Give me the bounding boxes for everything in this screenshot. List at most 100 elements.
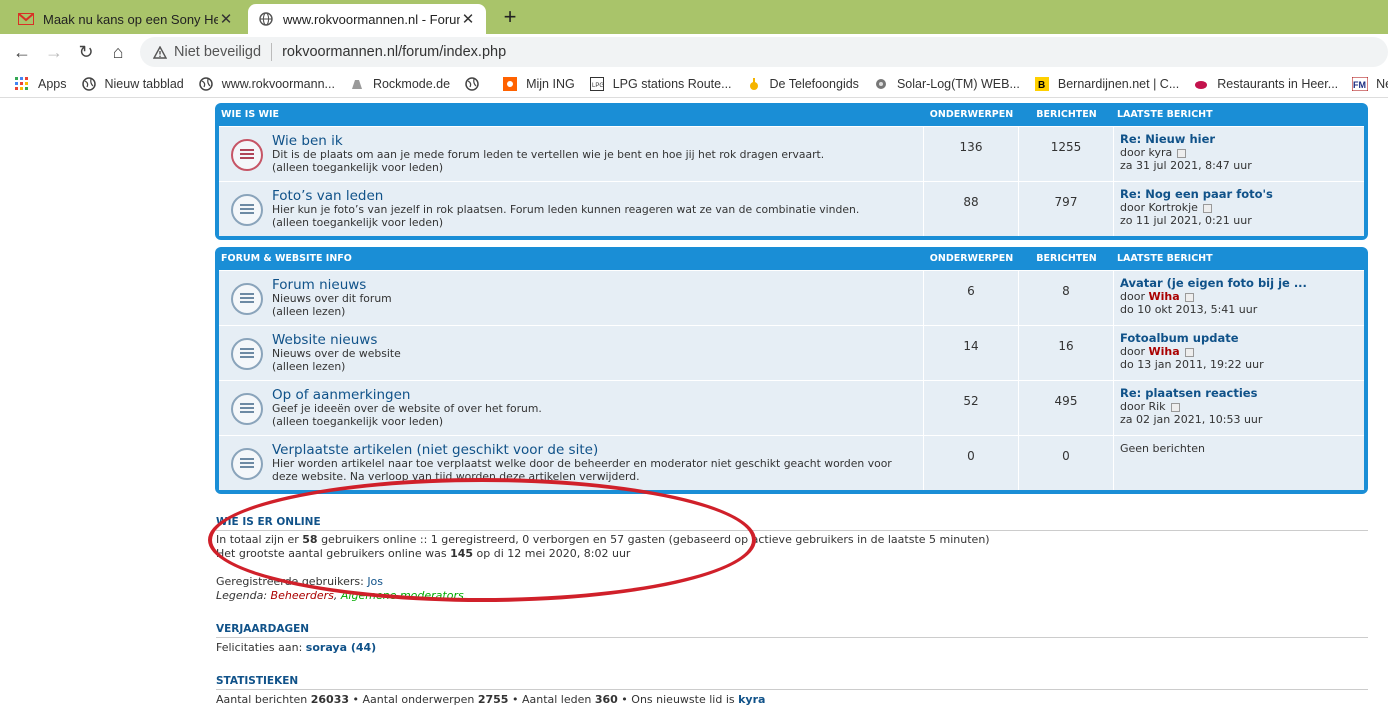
forum-status-icon: [231, 338, 263, 370]
forum-title-link[interactable]: Verplaatste artikelen (niet geschikt voo…: [272, 442, 892, 458]
last-post-link[interactable]: Re: plaatsen reacties: [1120, 387, 1364, 400]
last-post-user[interactable]: kyra: [1148, 146, 1172, 159]
close-tab-icon[interactable]: ✕: [460, 10, 476, 28]
globe-icon: [464, 76, 480, 92]
bookmark-label: www.rokvoormann...: [221, 76, 335, 91]
home-icon[interactable]: ⌂: [106, 40, 130, 64]
forum-topics-count: 6: [924, 271, 1019, 325]
warning-icon[interactable]: [152, 44, 168, 60]
url-text[interactable]: rokvoormannen.nl/forum/index.php: [282, 44, 506, 60]
legend-admins-link[interactable]: Beheerders: [271, 589, 334, 602]
col-posts-header: BERICHTEN: [1036, 253, 1097, 264]
col-topics-header: ONDERWERPEN: [929, 253, 1014, 264]
forum-status-icon: [231, 139, 263, 171]
bookmark-label: Solar-Log(TM) WEB...: [896, 76, 1020, 91]
col-topics-header: ONDERWERPEN: [929, 109, 1014, 120]
last-post-link[interactable]: Re: Nog een paar foto's: [1120, 188, 1364, 201]
svg-text:FM: FM: [1353, 80, 1366, 90]
forum-topics-count: 88: [924, 182, 1019, 236]
bookmark-item[interactable]: www.rokvoormann...: [198, 76, 335, 92]
new-tab-button[interactable]: +: [498, 5, 522, 29]
forum-page: WIE IS WIE ONDERWERPEN BERICHTEN LAATSTE…: [0, 98, 1388, 708]
forum-description: deze website. Na verloop van tijd worden…: [272, 469, 640, 483]
svg-text:B: B: [1038, 80, 1045, 91]
forum-title-link[interactable]: Foto’s van leden: [272, 188, 859, 204]
newest-member-link[interactable]: kyra: [738, 693, 765, 706]
forum-description: Nieuws over de website: [272, 347, 401, 360]
online-stats: In totaal zijn er 58 gebruikers online :…: [216, 533, 990, 561]
forum-description: Nieuws over dit forum: [272, 292, 392, 305]
close-tab-icon[interactable]: ✕: [218, 10, 234, 28]
legend-mods-link[interactable]: Algemene moderators: [341, 589, 464, 602]
svg-text:LPG: LPG: [592, 83, 604, 89]
bookmark-item[interactable]: Rockmode.de: [349, 76, 450, 92]
last-post-link[interactable]: Fotoalbum update: [1120, 332, 1364, 345]
bookmark-item[interactable]: De Telefoongids: [746, 76, 859, 92]
legend: Legenda: Beheerders, Algemene moderators: [216, 589, 464, 602]
online-heading[interactable]: WIE IS ER ONLINE: [216, 516, 1368, 531]
gmail-icon: [18, 11, 34, 27]
view-post-icon[interactable]: [1177, 148, 1187, 158]
last-post-user[interactable]: Wiha: [1148, 290, 1179, 303]
last-post-by: door: [1120, 290, 1145, 303]
forum-title-link[interactable]: Op of aanmerkingen: [272, 387, 542, 403]
bookmark-item[interactable]: LPG LPG stations Route...: [589, 76, 732, 92]
view-post-icon[interactable]: [1184, 347, 1194, 357]
ing-icon: [502, 76, 518, 92]
tab-forum[interactable]: www.rokvoormannen.nl - Forum ✕: [248, 4, 486, 34]
forum-description: (alleen toegankelijk voor leden): [272, 160, 444, 174]
stats-topics: 2755: [477, 693, 509, 706]
category-title[interactable]: WIE IS WIE: [219, 109, 924, 120]
category-title[interactable]: FORUM & WEBSITE INFO: [219, 253, 924, 264]
forum-title-link[interactable]: Website nieuws: [272, 332, 401, 348]
forum-row: Op of aanmerkingen Geef je ideeën over d…: [219, 380, 1364, 435]
restaurants-icon: [1193, 76, 1209, 92]
stats-heading: STATISTIEKEN: [216, 675, 1368, 690]
bookmark-item[interactable]: Nieuw tabblad: [81, 76, 184, 92]
tab-gmail[interactable]: Maak nu kans op een Sony Headp ✕: [8, 4, 244, 34]
bookmark-item[interactable]: Mijn ING: [502, 76, 575, 92]
forum-status-icon: [231, 448, 263, 480]
bookmark-item[interactable]: FM Nederlan: [1352, 76, 1388, 92]
forward-icon[interactable]: →: [42, 40, 66, 64]
registered-users: Geregistreerde gebruikers: Jos: [216, 575, 383, 589]
browser-toolbar: ← → ↻ ⌂ Niet beveiligd rokvoormannen.nl/…: [0, 34, 1388, 70]
telefoongids-icon: [746, 76, 762, 92]
online-text: op di 12 mei 2020, 8:02 uur: [476, 547, 631, 560]
bookmark-item[interactable]: Restaurants in Heer...: [1193, 76, 1338, 92]
view-post-icon[interactable]: [1170, 402, 1180, 412]
bookmark-item[interactable]: B Bernardijnen.net | C...: [1034, 76, 1179, 92]
forum-description: Geef je ideeën over de website of over h…: [272, 402, 542, 415]
last-post-link[interactable]: Re: Nieuw hier: [1120, 133, 1364, 146]
last-post-link[interactable]: Avatar (je eigen foto bij je ...: [1120, 277, 1364, 290]
bookmark-item[interactable]: [464, 76, 488, 92]
bookmark-item[interactable]: Solar-Log(TM) WEB...: [873, 76, 1020, 92]
last-post-by: door: [1120, 400, 1145, 413]
forum-title-link[interactable]: Forum nieuws: [272, 277, 392, 293]
last-post-user[interactable]: Rik: [1148, 400, 1165, 413]
bookmark-label: Nieuw tabblad: [104, 76, 184, 91]
registered-user-link[interactable]: Jos: [367, 575, 383, 588]
bookmark-item[interactable]: Apps: [14, 76, 67, 92]
forum-title-link[interactable]: Wie ben ik: [272, 133, 824, 149]
stats-label: Aantal berichten: [216, 693, 308, 706]
reload-icon[interactable]: ↻: [74, 40, 98, 64]
forum-main-cell: Wie ben ik Dit is de plaats om aan je me…: [219, 127, 924, 181]
stats-members: 360: [594, 693, 618, 706]
forum-posts-count: 797: [1019, 182, 1114, 236]
birthdays-heading: VERJAARDAGEN: [216, 623, 1368, 638]
address-bar[interactable]: Niet beveiligd rokvoormannen.nl/forum/in…: [140, 37, 1388, 67]
birthday-user-link[interactable]: soraya (44): [306, 641, 376, 654]
view-post-icon[interactable]: [1202, 203, 1212, 213]
last-post-user[interactable]: Kortrokje: [1148, 201, 1197, 214]
view-post-icon[interactable]: [1184, 292, 1194, 302]
back-icon[interactable]: ←: [10, 40, 34, 64]
tab-title: www.rokvoormannen.nl - Forum: [283, 11, 460, 27]
security-label[interactable]: Niet beveiligd: [174, 44, 261, 60]
birthdays-text: Felicitaties aan: soraya (44): [216, 641, 376, 655]
forum-row: Foto’s van leden Hier kun je foto’s van …: [219, 181, 1364, 236]
bookmark-label: LPG stations Route...: [612, 76, 732, 91]
last-post-user[interactable]: Wiha: [1148, 345, 1179, 358]
forum-description: Dit is de plaats om aan je mede forum le…: [272, 148, 825, 161]
last-post-date: za 31 jul 2021, 8:47 uur: [1120, 159, 1252, 172]
